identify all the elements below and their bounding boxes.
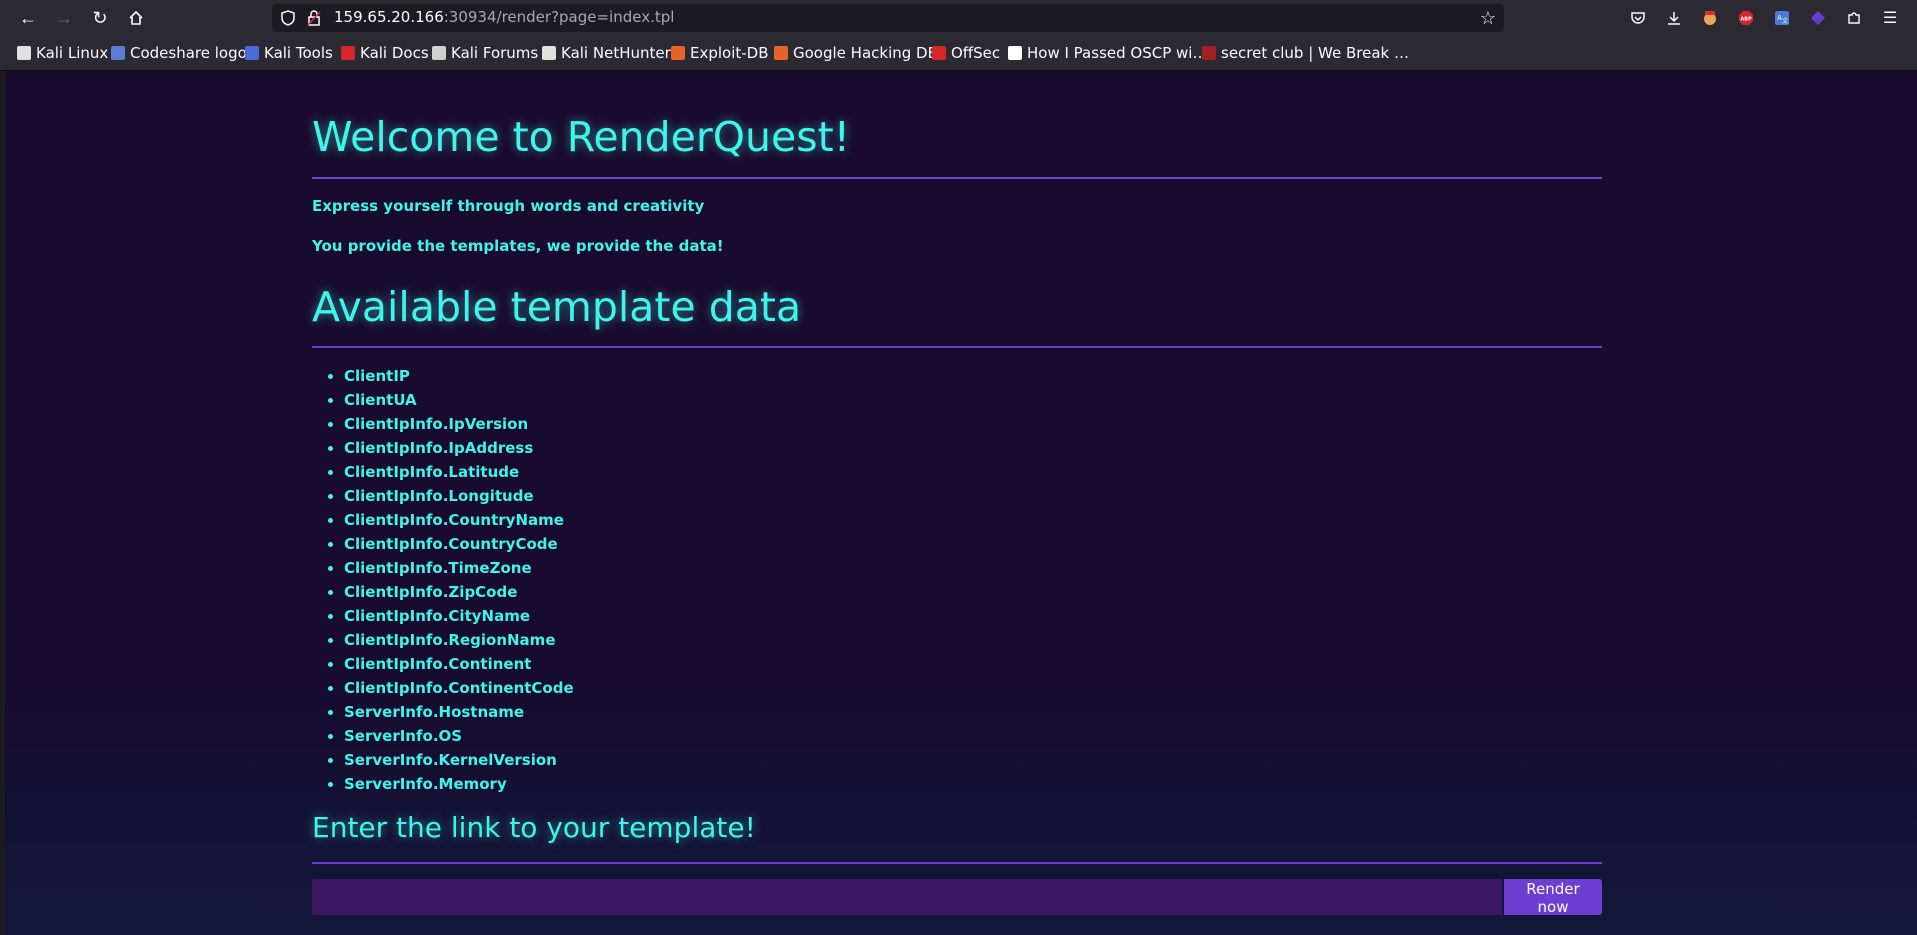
home-icon[interactable] [124,6,148,30]
page-title: Welcome to RenderQuest! [312,113,851,161]
menu-hamburger-icon[interactable]: ☰ [1878,6,1902,30]
bookmark-kali-linux[interactable]: Kali Linux [17,44,108,62]
bookmark-label: Kali Forums [451,44,539,62]
kali-dragon-icon [17,46,31,60]
bookmark-label: Kali Docs [360,44,429,62]
adblock-plus-icon[interactable]: ABP [1734,6,1758,30]
forward-arrow-icon[interactable]: → [52,6,76,30]
url-text[interactable]: 159.65.20.166:30934/render?page=index.tp… [334,8,674,26]
pocket-icon[interactable] [1626,6,1650,30]
extension-cookie-icon[interactable] [1698,6,1722,30]
exploit-db-icon [671,46,685,60]
list-item: ClientIP [344,364,574,388]
section-heading-template-link: Enter the link to your template! [312,811,756,844]
list-item: ServerInfo.OS [344,724,574,748]
bookmarks-bar: Kali Linux Codeshare logo Kali Tools Kal… [0,36,1917,71]
template-data-list: ClientIP ClientUA ClientIpInfo.IpVersion… [312,364,574,796]
list-item: ClientIpInfo.CountryCode [344,532,574,556]
secret-club-icon [1202,46,1216,60]
bookmark-label: Kali NetHunter [561,44,671,62]
bookmark-google-hacking-db[interactable]: Google Hacking DB [774,44,938,62]
bookmark-exploit-db[interactable]: Exploit-DB [671,44,769,62]
tagline-templates: You provide the templates, we provide th… [312,237,724,255]
bookmark-kali-docs[interactable]: Kali Docs [341,44,429,62]
list-item: ClientIpInfo.RegionName [344,628,574,652]
svg-text:ABP: ABP [1740,17,1752,23]
divider [312,862,1602,864]
template-url-input[interactable] [312,879,1502,915]
bookmark-kali-nethunter[interactable]: Kali NetHunter [542,44,671,62]
bookmark-label: Exploit-DB [690,44,769,62]
bookmark-oscp-article[interactable]: How I Passed OSCP wi… [1008,44,1207,62]
list-item: ClientIpInfo.Longitude [344,484,574,508]
render-now-button[interactable]: Render now [1504,879,1602,916]
back-arrow-icon[interactable]: ← [16,6,40,30]
kali-nethunter-icon [542,46,556,60]
bookmark-label: Codeshare logo [130,44,247,62]
bookmark-label: secret club | We Break … [1221,44,1409,62]
page-content: Welcome to RenderQuest! Express yourself… [5,71,1917,935]
list-item: ClientIpInfo.ZipCode [344,580,574,604]
extensions-puzzle-icon[interactable] [1842,6,1866,30]
bookmark-label: Kali Linux [36,44,109,62]
star-bookmark-icon[interactable]: ☆ [1476,6,1500,30]
browser-toolbar: ← → ↻ 159.65.20.166:30934/render?page=in… [0,0,1917,36]
extension-cube-icon[interactable] [1806,6,1830,30]
kali-forums-icon [432,46,446,60]
reload-icon[interactable]: ↻ [88,6,112,30]
divider [312,346,1602,348]
bookmark-label: Kali Tools [264,44,333,62]
download-icon[interactable] [1662,6,1686,30]
list-item: ClientIpInfo.ContinentCode [344,676,574,700]
list-item: ServerInfo.KernelVersion [344,748,574,772]
list-item: ClientIpInfo.Continent [344,652,574,676]
kali-tools-icon [245,46,259,60]
translate-icon[interactable]: A文 [1770,6,1794,30]
list-item: ServerInfo.Hostname [344,700,574,724]
codeshare-logo-icon [111,46,125,60]
bookmark-kali-tools[interactable]: Kali Tools [245,44,333,62]
ghdb-icon [774,46,788,60]
url-host: 159.65.20.166 [334,8,444,26]
list-item: ServerInfo.Memory [344,772,574,796]
list-item: ClientIpInfo.IpVersion [344,412,574,436]
section-heading-template-data: Available template data [312,283,802,331]
svg-text:文: 文 [1782,17,1788,25]
list-item: ClientIpInfo.CityName [344,604,574,628]
list-item: ClientIpInfo.CountryName [344,508,574,532]
bookmark-codeshare[interactable]: Codeshare logo [111,44,247,62]
divider [312,177,1602,179]
bookmark-offsec[interactable]: OffSec [932,44,1000,62]
bookmark-label: Google Hacking DB [793,44,938,62]
url-path: :30934/render?page=index.tpl [443,8,675,26]
list-item: ClientUA [344,388,574,412]
shield-icon[interactable] [276,6,300,30]
list-item: ClientIpInfo.IpAddress [344,436,574,460]
tagline-creativity: Express yourself through words and creat… [312,197,705,215]
bookmark-kali-forums[interactable]: Kali Forums [432,44,538,62]
bookmark-label: How I Passed OSCP wi… [1027,44,1208,62]
bookmark-label: OffSec [951,44,1001,62]
insecure-lock-icon[interactable] [302,6,326,30]
offsec-icon [932,46,946,60]
list-item: ClientIpInfo.Latitude [344,460,574,484]
list-item: ClientIpInfo.TimeZone [344,556,574,580]
bookmark-secret-club[interactable]: secret club | We Break … [1202,44,1409,62]
kali-docs-icon [341,46,355,60]
medium-icon [1008,46,1022,60]
